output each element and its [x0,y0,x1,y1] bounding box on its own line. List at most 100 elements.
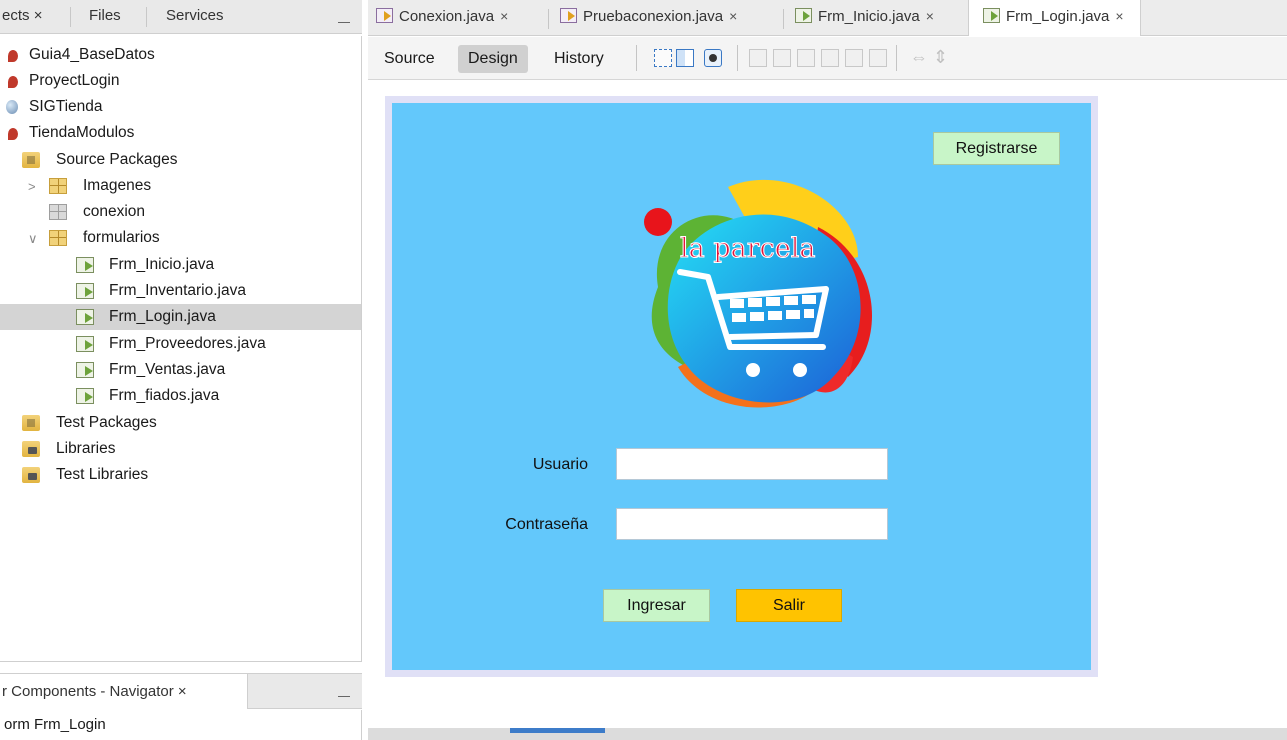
form-icon [795,8,812,23]
toolbar-divider [737,45,738,71]
close-icon[interactable]: × [926,8,934,24]
tree-item-label: Frm_Ventas.java [109,361,226,378]
tab-label: Frm_Login.java [1006,8,1110,25]
align-top-icon[interactable] [821,49,839,67]
navigator-root-item[interactable]: orm Frm_Login [4,716,106,733]
library-icon [22,467,40,483]
close-icon[interactable]: × [1115,8,1123,24]
tab-frm-inicio-java[interactable]: Frm_Inicio.java × [795,0,934,36]
user-input[interactable] [616,448,888,480]
horizontal-scrollbar[interactable] [368,728,1287,740]
toolbar-divider [896,45,897,71]
tab-frm-login-java[interactable]: Frm_Login.java × [968,0,1141,36]
tree-item-label: Guia4_BaseDatos [29,46,155,63]
login-form: Registrarse la parcela Usuario Contraseñ… [392,103,1091,670]
resize-arrows-icon[interactable]: ⇔ ⇕ [910,47,948,68]
project-tree: Guia4_BaseDatos ProyectLogin SIGTienda T… [0,36,362,662]
chevron-right-icon[interactable]: > [28,179,36,194]
connection-mode-icon[interactable] [676,49,694,67]
login-button[interactable]: Ingresar [603,589,710,622]
close-icon[interactable]: × [500,8,508,24]
form-icon [76,362,94,378]
form-icon [76,336,94,352]
minimize-icon[interactable] [338,696,350,697]
navigator-tab-bar: r Components - Navigator × [0,673,362,709]
tree-item-sigtienda[interactable]: SIGTienda [0,94,361,120]
tree-item-label: Frm_fiados.java [109,387,220,404]
scrollbar-thumb[interactable] [510,728,605,733]
folder-icon [22,152,40,168]
project-icon [8,50,18,62]
tree-item-label: Test Libraries [56,466,149,483]
tab-label: Frm_Inicio.java [818,8,920,25]
folder-icon [22,415,40,431]
design-button[interactable]: Design [458,45,528,73]
history-button[interactable]: History [544,45,614,73]
tree-item-imagenes[interactable]: > Imagenes [0,173,361,199]
la-parcela-logo: la parcela [644,179,872,408]
align-right-icon[interactable] [773,49,791,67]
center-horizontally-icon[interactable] [797,49,815,67]
projects-panel: ects × Files Services Guia4_BaseDatos Pr… [0,0,362,740]
tree-item-tiendamodulos[interactable]: TiendaModulos [0,120,361,146]
tree-item-test-libraries[interactable]: Test Libraries [0,462,361,488]
tree-item-label: SIGTienda [29,98,103,115]
tree-item-test-packages[interactable]: Test Packages [0,410,361,436]
tab-divider [70,7,71,27]
tree-item-formularios[interactable]: ∨ formularios [0,225,361,251]
password-label: Contraseña [505,516,588,533]
tree-item-label: Source Packages [56,151,178,168]
toolbar-divider [636,45,637,71]
form-icon [76,309,94,325]
tree-item-label: conexion [83,203,146,220]
close-icon[interactable]: × [34,7,43,24]
tree-item-frm-fiados[interactable]: Frm_fiados.java [0,383,361,409]
align-bottom-icon[interactable] [845,49,863,67]
close-icon[interactable]: × [178,683,187,700]
tab-projects[interactable]: ects × [2,7,42,24]
tree-item-label: Frm_Inicio.java [109,256,215,273]
tree-item-frm-inventario[interactable]: Frm_Inventario.java [0,278,361,304]
tree-item-source-packages[interactable]: Source Packages [0,147,361,173]
tree-item-frm-ventas[interactable]: Frm_Ventas.java [0,357,361,383]
navigator-content: orm Frm_Login [0,710,362,740]
project-icon [8,76,18,88]
tab-navigator-label: r Components - Navigator × [2,683,187,700]
form-icon [76,283,94,299]
selection-mode-icon[interactable] [654,49,672,67]
tab-pruebaconexion-java[interactable]: Pruebaconexion.java × [560,0,737,36]
projects-tab-bar: ects × Files Services [0,0,362,34]
tree-item-label: Frm_Login.java [109,308,216,325]
tab-divider [548,9,549,29]
register-button[interactable]: Registrarse [933,132,1060,165]
preview-design-icon[interactable] [704,49,722,67]
exit-button[interactable]: Salir [736,589,842,622]
tree-item-label: Frm_Inventario.java [109,282,246,299]
tree-item-conexion[interactable]: conexion [0,199,361,225]
tab-conexion-java[interactable]: Conexion.java × [376,0,508,36]
tree-item-proyectlogin[interactable]: ProyectLogin [0,68,361,94]
tree-item-frm-proveedores[interactable]: Frm_Proveedores.java [0,331,361,357]
editor-area: Conexion.java × Pruebaconexion.java × Frm_… [368,0,1287,740]
form-icon [983,8,1000,23]
chevron-down-icon[interactable]: ∨ [28,231,38,247]
logo-dot [644,208,672,236]
tree-item-guia4-basedatos[interactable]: Guia4_BaseDatos [0,42,361,68]
align-left-icon[interactable] [749,49,767,67]
tree-item-frm-login[interactable]: Frm_Login.java [0,304,361,330]
tab-navigator[interactable]: r Components - Navigator × [0,674,248,709]
center-vertically-icon[interactable] [869,49,887,67]
tab-label: Pruebaconexion.java [583,8,724,25]
source-button[interactable]: Source [374,45,445,73]
tree-item-libraries[interactable]: Libraries [0,436,361,462]
password-input[interactable] [616,508,888,540]
navigator-label: r Components - Navigator [2,683,174,700]
design-toolbar: Source Design History ⇔ ⇕ [368,37,1287,80]
tree-item-label: Test Packages [56,414,157,431]
tree-item-label: formularios [83,229,160,246]
tree-item-frm-inicio[interactable]: Frm_Inicio.java [0,252,361,278]
close-icon[interactable]: × [729,8,737,24]
tab-files[interactable]: Files [89,7,121,24]
minimize-icon[interactable] [338,22,350,23]
tab-services[interactable]: Services [166,7,224,24]
